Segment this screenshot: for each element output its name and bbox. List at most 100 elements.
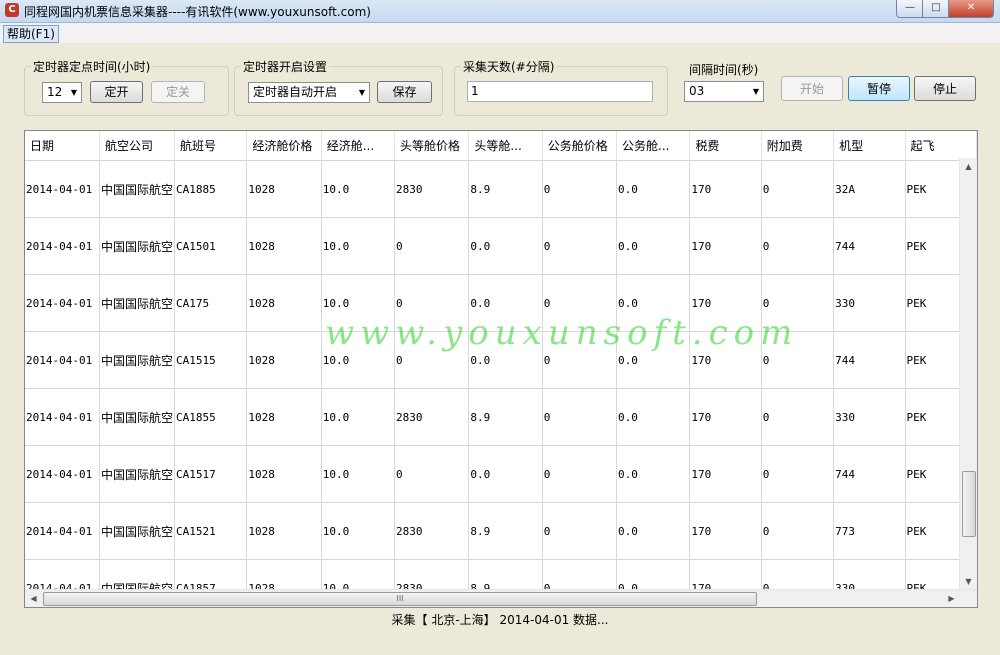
table-cell: 0 xyxy=(394,331,470,389)
vertical-scrollbar[interactable]: ▲ ▼ xyxy=(959,158,977,590)
vertical-scroll-thumb[interactable] xyxy=(962,471,976,537)
table-cell: 0.0 xyxy=(468,217,543,275)
minimize-button[interactable]: — xyxy=(896,0,924,18)
save-button[interactable]: 保存 xyxy=(377,81,432,103)
table-cell: 2014-04-01 xyxy=(25,160,100,218)
timer-start-label: 定时器开启设置 xyxy=(241,58,330,75)
table-cell: 744 xyxy=(833,217,906,275)
close-button[interactable]: ✕ xyxy=(948,0,994,18)
table-cell: 0 xyxy=(542,502,618,560)
table-cell: 170 xyxy=(689,274,762,332)
flight-data-grid[interactable]: 日期 航空公司 航班号 经济舱价格 经济舱... 头等舱价格 头等舱... 公务舱价格 公务舱.… xyxy=(24,130,978,608)
table-cell: 0.0 xyxy=(616,502,691,560)
column-header[interactable]: 机型 xyxy=(833,131,906,161)
table-row[interactable]: 2014-04-01 中国国际航空 CA1501 1028 10.0 0 0.0 0 0.0 17… xyxy=(25,217,977,275)
column-header[interactable]: 航班号 xyxy=(174,131,248,161)
timer-mode-select[interactable]: 定时器自动开启 ▼ xyxy=(248,82,370,103)
column-header[interactable]: 公务舱价格 xyxy=(542,131,618,161)
table-cell: 330 xyxy=(833,388,906,446)
column-header[interactable]: 经济舱价格 xyxy=(246,131,322,161)
maximize-button[interactable]: □ xyxy=(922,0,950,18)
interval-value: 03 xyxy=(689,84,705,98)
scroll-left-icon[interactable]: ◀ xyxy=(25,590,42,607)
table-cell: 8.9 xyxy=(468,388,543,446)
horizontal-scrollbar[interactable]: ◀ III ▶ xyxy=(25,589,977,607)
table-cell: 中国国际航空 xyxy=(99,217,176,275)
table-cell: 0 xyxy=(542,445,618,503)
table-cell: 0.0 xyxy=(468,331,543,389)
app-icon: C xyxy=(5,3,19,17)
column-header[interactable]: 公务舱... xyxy=(616,131,691,161)
table-cell: 0.0 xyxy=(616,160,691,218)
horizontal-scroll-thumb[interactable]: III xyxy=(43,592,757,606)
table-cell: 170 xyxy=(689,502,762,560)
table-cell: 32A xyxy=(833,160,906,218)
scroll-right-icon[interactable]: ▶ xyxy=(943,590,960,607)
column-header[interactable]: 税费 xyxy=(689,131,762,161)
table-cell: 744 xyxy=(833,331,906,389)
table-cell: 0 xyxy=(542,160,618,218)
table-cell: 0 xyxy=(542,388,618,446)
timer-hour-group: 定时器定点时间(小时) 12 ▼ 定开 定关 xyxy=(24,58,229,116)
table-cell: 1028 xyxy=(246,388,322,446)
table-row[interactable]: 2014-04-01 中国国际航空 CA1885 1028 10.0 2830 8.9 0 0.… xyxy=(25,160,977,218)
start-button[interactable]: 开始 xyxy=(781,76,843,101)
menu-help[interactable]: 帮助(F1) xyxy=(3,25,59,43)
table-cell: 2830 xyxy=(394,388,470,446)
table-cell: 1028 xyxy=(246,217,322,275)
table-cell: 0.0 xyxy=(616,331,691,389)
table-row[interactable]: 2014-04-01 中国国际航空 CA175 1028 10.0 0 0.0 0 0.0 170… xyxy=(25,274,977,332)
table-cell: CA175 xyxy=(174,274,248,332)
table-cell: 0 xyxy=(542,217,618,275)
status-text: 采集【 北京-上海】 2014-04-01 数据... xyxy=(391,613,609,627)
scroll-down-icon[interactable]: ▼ xyxy=(960,573,977,590)
table-cell: 10.0 xyxy=(321,274,396,332)
title-bar: C 同程网国内机票信息采集器----有讯软件(www.youxunsoft.co… xyxy=(0,0,1000,23)
table-cell: 中国国际航空 xyxy=(99,160,176,218)
column-header[interactable]: 经济舱... xyxy=(321,131,396,161)
column-header[interactable]: 日期 xyxy=(25,131,100,161)
table-cell: CA1521 xyxy=(174,502,248,560)
column-header[interactable]: 起飞 xyxy=(905,131,977,161)
table-cell: 0 xyxy=(761,217,835,275)
timer-off-button[interactable]: 定关 xyxy=(151,81,205,103)
table-cell: 1028 xyxy=(246,160,322,218)
table-cell: 1028 xyxy=(246,331,322,389)
scroll-up-icon[interactable]: ▲ xyxy=(960,158,977,175)
collect-days-group: 采集天数(#分隔) 1 xyxy=(454,58,668,116)
table-cell: CA1515 xyxy=(174,331,248,389)
table-cell: 0 xyxy=(542,274,618,332)
table-row[interactable]: 2014-04-01 中国国际航空 CA1855 1028 10.0 2830 8.9 0 0.… xyxy=(25,388,977,446)
table-cell: 8.9 xyxy=(468,160,543,218)
interval-select[interactable]: 03 ▼ xyxy=(684,81,764,102)
table-row[interactable]: 2014-04-01 中国国际航空 CA1521 1028 10.0 2830 8.9 0 0.… xyxy=(25,502,977,560)
table-cell: 中国国际航空 xyxy=(99,274,176,332)
table-cell: 0 xyxy=(761,502,835,560)
table-cell: 170 xyxy=(689,388,762,446)
table-cell: CA1855 xyxy=(174,388,248,446)
table-cell: 2014-04-01 xyxy=(25,217,100,275)
menu-bar: 帮助(F1) xyxy=(0,23,1000,43)
column-header[interactable]: 附加费 xyxy=(761,131,835,161)
column-header[interactable]: 头等舱价格 xyxy=(394,131,470,161)
column-header[interactable]: 头等舱... xyxy=(468,131,543,161)
chevron-down-icon: ▼ xyxy=(752,87,759,96)
timer-on-button[interactable]: 定开 xyxy=(90,81,143,103)
collect-days-input[interactable]: 1 xyxy=(467,81,653,102)
table-cell: 中国国际航空 xyxy=(99,331,176,389)
column-header[interactable]: 航空公司 xyxy=(99,131,176,161)
scroll-corner xyxy=(960,590,977,607)
table-cell: 170 xyxy=(689,331,762,389)
stop-button[interactable]: 停止 xyxy=(914,76,976,101)
table-cell: 0 xyxy=(761,160,835,218)
table-row[interactable]: 2014-04-01 中国国际航空 CA1515 1028 10.0 0 0.0 0 0.0 17… xyxy=(25,331,977,389)
table-cell: CA1501 xyxy=(174,217,248,275)
table-cell: CA1517 xyxy=(174,445,248,503)
table-cell: 744 xyxy=(833,445,906,503)
table-cell: CA1885 xyxy=(174,160,248,218)
table-cell: 0.0 xyxy=(616,445,691,503)
pause-button[interactable]: 暂停 xyxy=(848,76,910,101)
table-cell: 0 xyxy=(761,388,835,446)
table-row[interactable]: 2014-04-01 中国国际航空 CA1517 1028 10.0 0 0.0 0 0.0 17… xyxy=(25,445,977,503)
hour-select[interactable]: 12 ▼ xyxy=(42,82,82,103)
